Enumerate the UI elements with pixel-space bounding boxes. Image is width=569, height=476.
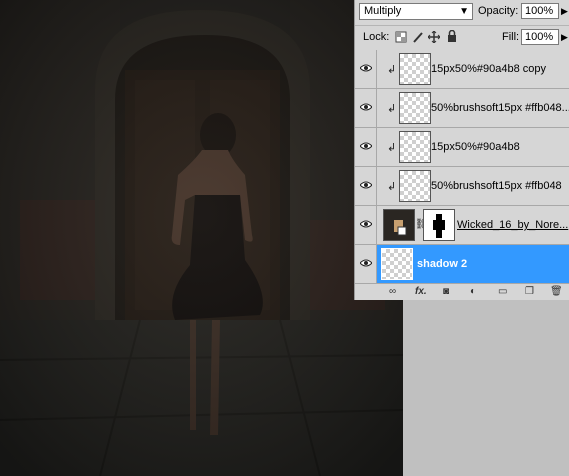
visibility-toggle[interactable] [355,206,377,244]
clipping-arrow-icon: ↲ [387,181,397,193]
layer-thumbnail [399,92,431,124]
clipping-arrow-icon: ↲ [387,142,397,154]
layer-name: 50%brushsoft15px #ffb048... [431,102,569,114]
adjustment-icon[interactable]: ◐ [470,286,476,297]
fill-label: Fill: [502,31,520,43]
layer-row[interactable]: ↲ 50%brushsoft15px #ffb048... [355,89,569,128]
clipping-arrow-icon: ↲ [387,64,397,76]
opacity-label: Opacity: [478,5,519,17]
layer-thumbnail [399,131,431,163]
visibility-toggle[interactable] [355,245,377,283]
visibility-toggle[interactable] [355,89,377,127]
layer-name: shadow 2 [417,258,468,270]
trash-icon[interactable]: 🗑 [550,286,563,297]
layer-row[interactable]: ↲ 15px50%#90a4b8 copy [355,50,569,89]
fill-value: 100% [525,31,554,43]
layer-row[interactable]: ⛓ Wicked_16_by_Nore... [355,206,569,245]
opacity-arrow-icon[interactable]: ▶ [561,6,568,17]
fill-field[interactable]: 100% [521,29,559,45]
layer-row-selected[interactable]: shadow 2 [355,245,569,284]
clipping-arrow-icon: ↲ [387,103,397,115]
blend-mode-value: Multiply [364,5,402,17]
chevron-down-icon: ▼ [459,6,469,17]
layer-name: 15px50%#90a4b8 copy [431,63,546,75]
blend-row: Multiply ▼ Opacity: 100% ▶ [355,0,569,24]
new-layer-icon[interactable]: ❐ [525,286,534,297]
eye-icon [360,181,372,189]
lock-move-icon[interactable] [428,31,440,43]
document-canvas[interactable] [0,0,403,476]
layer-thumbnail [399,170,431,202]
smart-object-icon [394,220,407,236]
layer-thumbnail [399,53,431,85]
folder-icon[interactable]: ▭ [498,286,507,297]
fill-arrow-icon[interactable]: ▶ [561,32,568,43]
visibility-toggle[interactable] [355,50,377,88]
blend-mode-select[interactable]: Multiply ▼ [359,3,473,20]
eye-icon [360,64,372,72]
layer-row[interactable]: ↲ 15px50%#90a4b8 [355,128,569,167]
lock-brush-icon[interactable] [412,31,424,43]
lock-all-icon[interactable] [446,30,458,42]
canvas-image [0,0,403,476]
layer-name: 50%brushsoft15px #ffb048 [431,180,562,192]
workspace-background [403,300,569,476]
opacity-field[interactable]: 100% [521,3,559,19]
opacity-value: 100% [525,5,554,17]
layers-panel: Multiply ▼ Opacity: 100% ▶ Lock: Fill: 1… [354,0,569,300]
mask-icon[interactable]: ◙ [443,286,449,297]
lock-label: Lock: [363,31,390,43]
visibility-toggle[interactable] [355,167,377,205]
eye-icon [360,259,372,267]
smart-object-thumbnail [383,209,415,241]
layers-bottom-bar: ∞ fx. ◙ ◐ ▭ ❐ 🗑 [355,283,569,300]
eye-icon [360,142,372,150]
fx-icon[interactable]: fx. [415,286,427,297]
layer-name: 15px50%#90a4b8 [431,141,520,153]
mask-silhouette-icon [433,214,445,238]
layer-mask-thumbnail[interactable] [423,209,455,241]
eye-icon [360,220,372,228]
lock-row: Lock: Fill: 100% ▶ [355,25,569,50]
eye-icon [360,103,372,111]
layer-thumbnail [381,248,413,280]
link-icon[interactable]: ∞ [389,286,396,297]
lock-transparency-icon[interactable] [395,31,407,43]
layer-name: Wicked_16_by_Nore... [457,219,569,231]
visibility-toggle[interactable] [355,128,377,166]
layer-row[interactable]: ↲ 50%brushsoft15px #ffb048 [355,167,569,206]
